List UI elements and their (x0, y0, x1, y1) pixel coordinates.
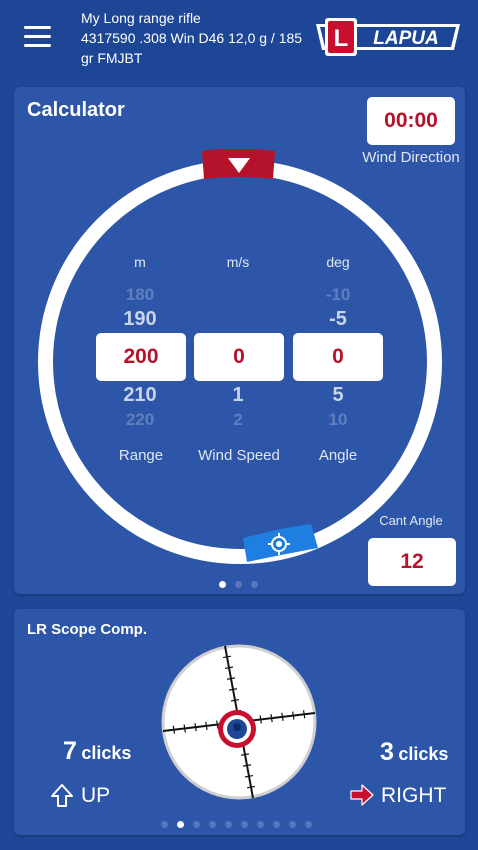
range-label: Range (118, 447, 164, 464)
windage-direction: RIGHT (381, 784, 447, 807)
range-wheel-prev2[interactable]: 180 (95, 285, 185, 305)
page-dot[interactable] (193, 821, 200, 828)
wind-speed-wheel-next2[interactable]: 2 (193, 410, 283, 430)
elevation-clicks-value: 7 (63, 737, 77, 765)
angle-unit: deg (326, 254, 350, 270)
arrow-up-outline-icon (51, 784, 73, 807)
page-dot[interactable] (273, 821, 280, 828)
rifle-name: My Long range rifle (81, 10, 201, 26)
wind-direction-value[interactable]: 00:00 (367, 97, 455, 145)
angle-value[interactable]: 0 (293, 333, 383, 381)
angle-wheel-prev2[interactable]: -10 (293, 285, 383, 305)
angle-wheel-next2[interactable]: 10 (293, 410, 383, 430)
wind-speed-value[interactable]: 0 (194, 333, 284, 381)
page-dot[interactable] (161, 821, 168, 828)
page-dot[interactable] (209, 821, 216, 828)
page-dot[interactable] (251, 581, 258, 588)
windage-clicks: 3 clicks (380, 738, 448, 767)
scope-title: LR Scope Comp. (27, 621, 148, 638)
range-unit: m (134, 254, 146, 270)
page-dot[interactable] (235, 581, 242, 588)
wind-speed-wheel-next1[interactable]: 1 (193, 384, 283, 407)
wind-speed-label: Wind Speed (198, 447, 280, 464)
calculator-title: Calculator (27, 99, 125, 121)
range-wheel-next1[interactable]: 210 (95, 384, 185, 407)
arrow-right-icon (350, 784, 374, 806)
wind-speed-unit: m/s (226, 254, 250, 270)
range-wheel-next2[interactable]: 220 (95, 410, 185, 430)
cant-angle-label: Cant Angle (379, 513, 443, 528)
hamburger-menu-icon[interactable] (24, 26, 51, 48)
cant-angle-value[interactable]: 12 (368, 538, 456, 586)
windage-clicks-unit: clicks (398, 744, 449, 764)
ammo-info: 4317590 .308 Win D46 12,0 g / 185 gr FMJ… (81, 30, 303, 66)
elevation-clicks: 7 clicks (63, 737, 131, 766)
page-dot[interactable] (257, 821, 264, 828)
wind-direction-label: Wind Direction (362, 149, 460, 166)
scope-reticle (161, 644, 317, 800)
angle-label: Angle (318, 447, 358, 464)
page-dot[interactable] (177, 821, 184, 828)
wind-direction-marker[interactable] (200, 149, 277, 183)
range-value[interactable]: 200 (96, 333, 186, 381)
page-dot[interactable] (241, 821, 248, 828)
angle-wheel-next1[interactable]: 5 (293, 384, 383, 407)
page-dot[interactable] (305, 821, 312, 828)
page-dot[interactable] (289, 821, 296, 828)
elevation-clicks-unit: clicks (81, 743, 132, 763)
page-dot[interactable] (225, 821, 232, 828)
app-header: My Long range rifle 4317590 .308 Win D46… (0, 0, 478, 74)
elevation-direction: UP (81, 784, 111, 807)
logo-letter: L (334, 25, 349, 52)
page-dot[interactable] (219, 581, 226, 588)
range-wheel-prev1[interactable]: 190 (95, 308, 185, 331)
lapua-logo: L LAPUA (316, 18, 460, 56)
cant-angle-marker[interactable] (241, 522, 319, 564)
windage-clicks-value: 3 (380, 738, 394, 766)
logo-text: LAPUA (373, 28, 438, 49)
angle-wheel-prev1[interactable]: -5 (293, 308, 383, 331)
